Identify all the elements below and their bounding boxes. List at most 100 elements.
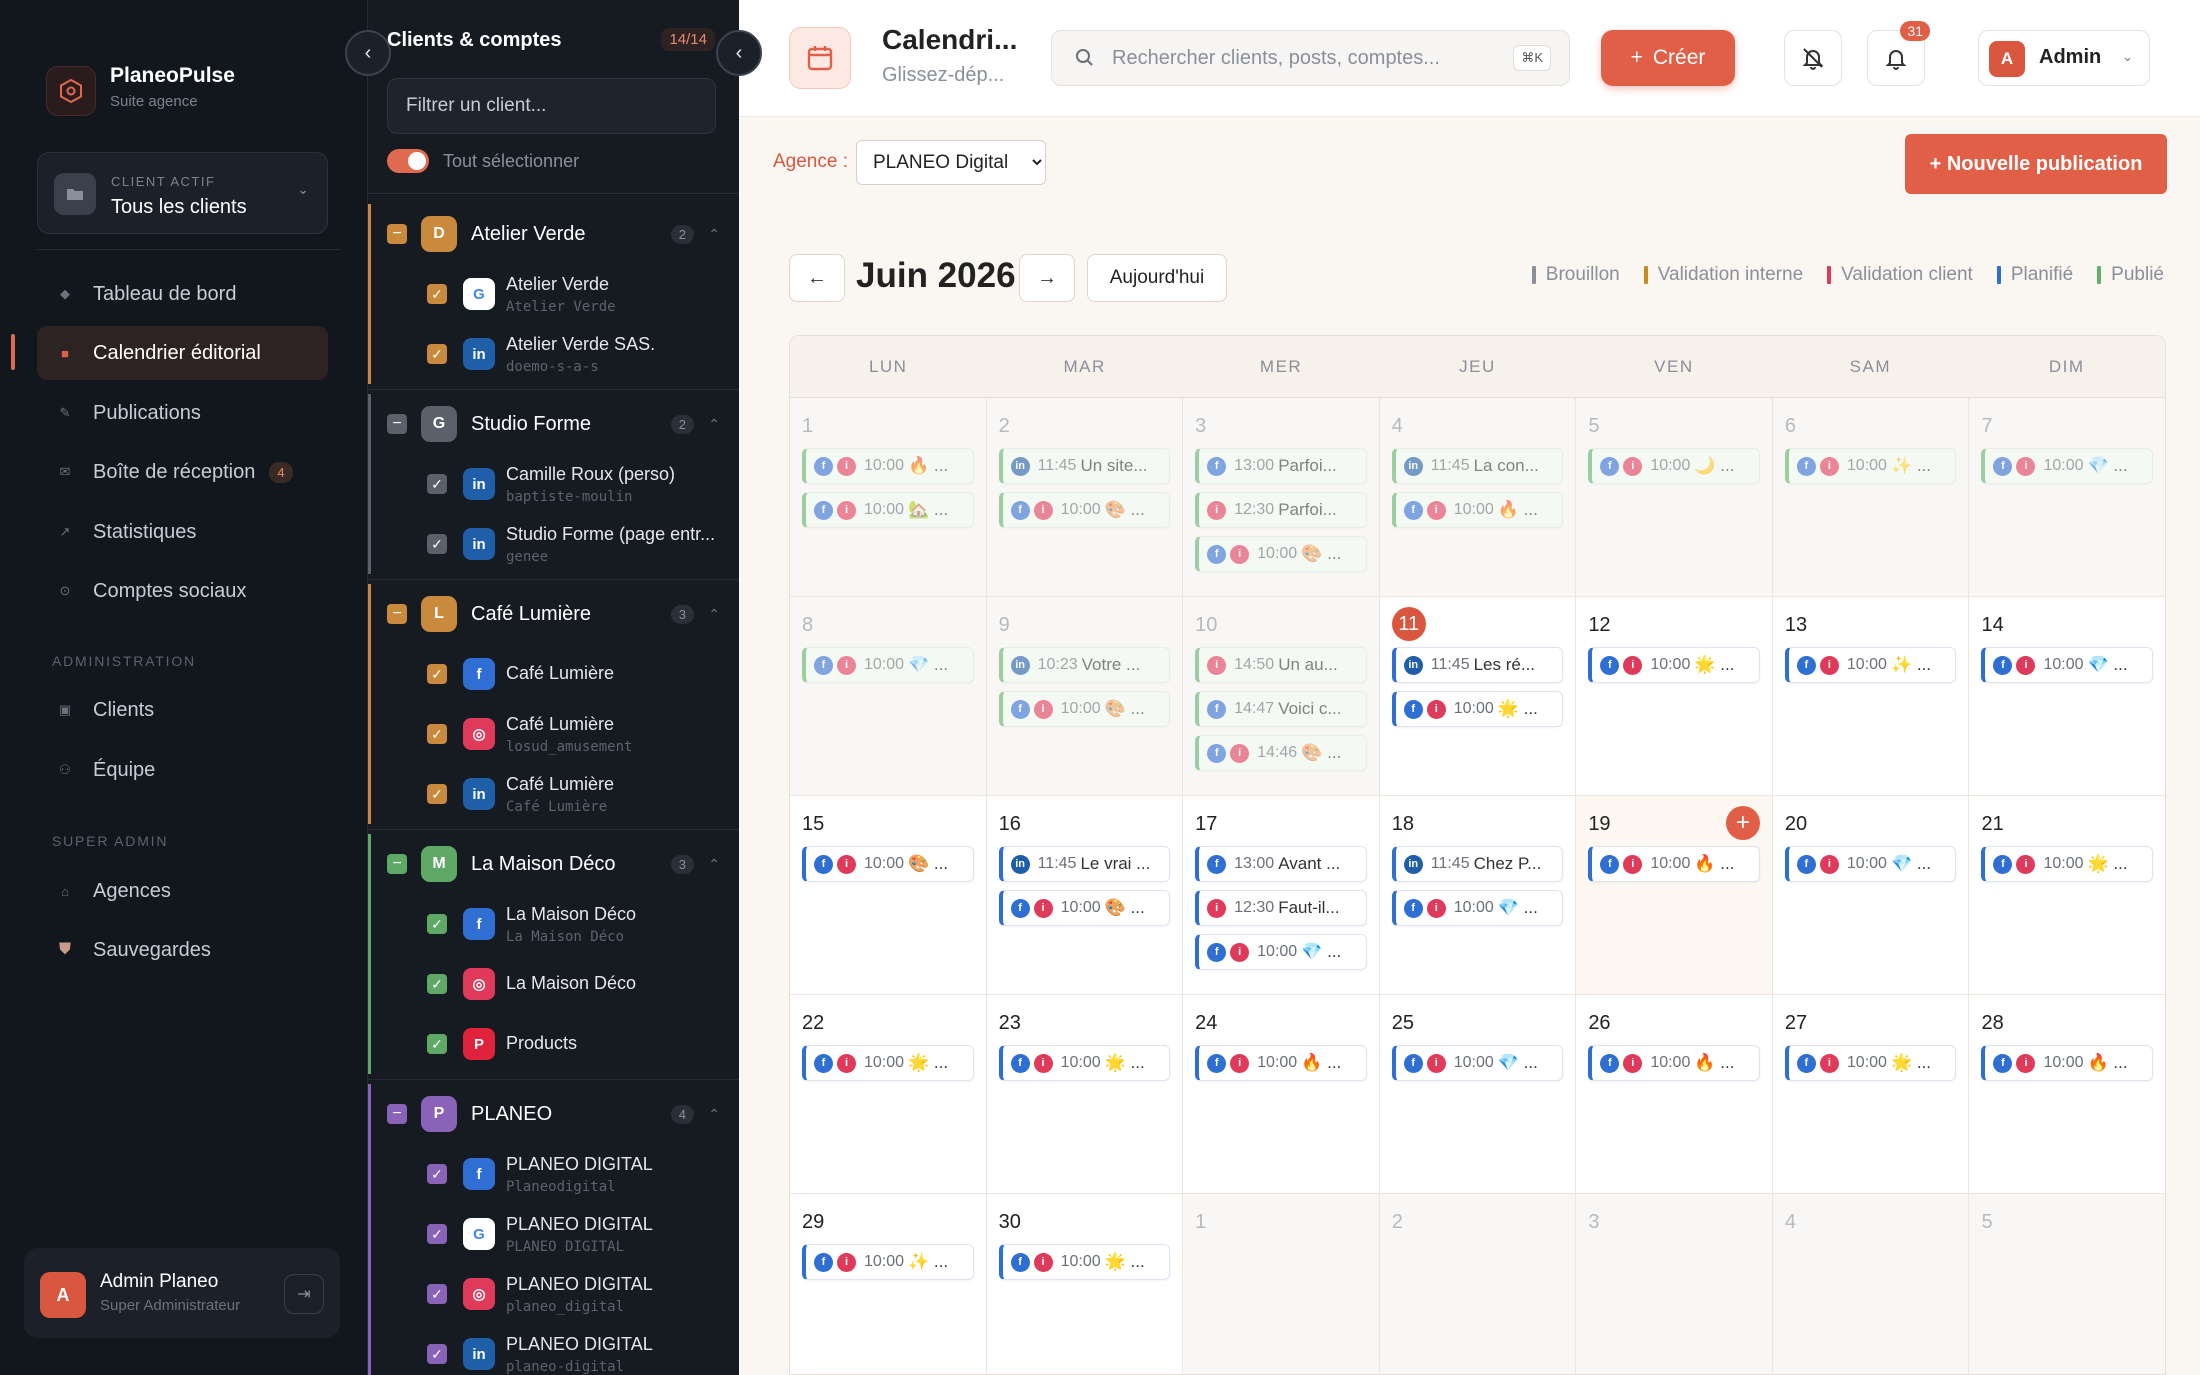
post-event[interactable]: f i 10:00 💎 ... — [1391, 1045, 1564, 1081]
nav-item-backups[interactable]: ⛊ Sauvegardes — [37, 923, 328, 977]
post-event[interactable]: i 12:30 Faut-il... — [1195, 890, 1367, 926]
calendar-day[interactable]: 6 f i 10:00 ✨ ... — [1772, 398, 1970, 596]
account-checkbox[interactable]: ✓ — [427, 1284, 447, 1304]
calendar-day[interactable]: 3 f 13:00 Parfoi... i 12:30 Parfoi... f i 10:00 🎨 … — [1183, 398, 1380, 596]
post-event[interactable]: i 14:50 Un au... — [1195, 647, 1367, 683]
account-checkbox[interactable]: ✓ — [427, 664, 447, 684]
calendar-day[interactable]: 5 f i 10:00 🌙 ... — [1576, 398, 1773, 596]
post-event[interactable]: i 12:30 Parfoi... — [1195, 492, 1367, 528]
calendar-day[interactable]: 10 i 14:50 Un au... f 14:47 Voici c... f i 14:46 🎨… — [1183, 597, 1380, 795]
post-event[interactable]: f i 10:00 🎨 ... — [998, 492, 1171, 528]
account-checkbox[interactable]: ✓ — [427, 344, 447, 364]
account-item[interactable]: ✓ in PLANEO DIGITAL planeo-digital — [371, 1324, 739, 1375]
post-event[interactable]: in 11:45 Chez P... — [1391, 846, 1564, 882]
nav-item-publications[interactable]: ✎ Publications — [37, 386, 328, 440]
post-event[interactable]: f i 10:00 🌟 ... — [1588, 647, 1760, 683]
client-group-header[interactable]: − M La Maison Déco 3 ⌃ — [371, 834, 739, 894]
calendar-day[interactable]: 22 f i 10:00 🌟 ... — [790, 995, 987, 1193]
post-event[interactable]: f i 10:00 🌟 ... — [1981, 846, 2154, 882]
create-button[interactable]: + Créer — [1601, 30, 1735, 86]
account-checkbox[interactable]: ✓ — [427, 1034, 447, 1054]
calendar-day[interactable]: 12 f i 10:00 🌟 ... — [1576, 597, 1773, 795]
account-checkbox[interactable]: ✓ — [427, 474, 447, 494]
post-event[interactable]: f i 10:00 ✨ ... — [1784, 448, 1957, 484]
post-event[interactable]: f i 10:00 🌟 ... — [998, 1045, 1171, 1081]
account-item[interactable]: ✓ in Atelier Verde SAS. doemo-s-a-s — [371, 324, 739, 384]
account-item[interactable]: ✓ f PLANEO DIGITAL Planeodigital — [371, 1144, 739, 1204]
chevron-up-icon[interactable]: ⌃ — [708, 856, 720, 873]
client-group-header[interactable]: − L Café Lumière 3 ⌃ — [371, 584, 739, 644]
calendar-day[interactable]: 28 f i 10:00 🔥 ... — [1969, 995, 2165, 1193]
account-checkbox[interactable]: ✓ — [427, 534, 447, 554]
post-event[interactable]: f i 10:00 🔥 ... — [1195, 1045, 1367, 1081]
collapse-sidebar-button[interactable]: ‹ — [345, 30, 391, 76]
post-event[interactable]: f i 10:00 💎 ... — [1784, 846, 1957, 882]
nav-item-team[interactable]: ⚇ Équipe — [37, 743, 328, 797]
post-event[interactable]: f i 10:00 💎 ... — [1195, 934, 1367, 970]
account-checkbox[interactable]: ✓ — [427, 284, 447, 304]
nav-item-calendar[interactable]: ■ Calendrier éditorial — [37, 326, 328, 380]
account-item[interactable]: ✓ ◎ La Maison Déco — [371, 954, 739, 1014]
nav-item-stats[interactable]: ↗ Statistiques — [37, 505, 328, 559]
calendar-day[interactable]: 17 f 13:00 Avant ... i 12:30 Faut-il... f i 10:00… — [1183, 796, 1380, 994]
account-checkbox[interactable]: ✓ — [427, 1164, 447, 1184]
account-item[interactable]: ✓ P Products — [371, 1014, 739, 1074]
account-item[interactable]: ✓ G Atelier Verde Atelier Verde — [371, 264, 739, 324]
calendar-day[interactable]: 27 f i 10:00 🌟 ... — [1772, 995, 1970, 1193]
account-checkbox[interactable]: ✓ — [427, 914, 447, 934]
nav-item-dashboard[interactable]: ◆ Tableau de bord — [37, 267, 328, 321]
calendar-day[interactable]: 16 in 11:45 Le vrai ... f i 10:00 🎨 ... — [986, 796, 1184, 994]
account-menu[interactable]: A Admin ⌄ — [1978, 30, 2150, 86]
post-event[interactable]: f i 10:00 🎨 ... — [998, 890, 1171, 926]
account-item[interactable]: ✓ f Café Lumière — [371, 644, 739, 704]
next-month-button[interactable]: → — [1019, 254, 1075, 302]
chevron-up-icon[interactable]: ⌃ — [708, 416, 720, 433]
calendar-day[interactable]: 24 f i 10:00 🔥 ... — [1183, 995, 1380, 1193]
post-event[interactable]: f i 10:00 ✨ ... — [802, 1244, 974, 1280]
account-item[interactable]: ✓ f La Maison Déco La Maison Déco — [371, 894, 739, 954]
calendar-day[interactable]: 9 in 10:23 Votre ... f i 10:00 🎨 ... — [986, 597, 1184, 795]
post-event[interactable]: f i 10:00 🏡 ... — [802, 492, 974, 528]
calendar-day[interactable]: 4 — [1772, 1194, 1970, 1374]
post-event[interactable]: f i 10:00 🌟 ... — [998, 1244, 1171, 1280]
post-event[interactable]: f 14:47 Voici c... — [1195, 691, 1367, 727]
active-client-selector[interactable]: CLIENT ACTIF Tous les clients ⌄ — [37, 152, 328, 234]
account-item[interactable]: ✓ ◎ Café Lumière losud_amusement — [371, 704, 739, 764]
calendar-day[interactable]: 21 f i 10:00 🌟 ... — [1969, 796, 2165, 994]
post-event[interactable]: f i 14:46 🎨 ... — [1195, 735, 1367, 771]
chevron-up-icon[interactable]: ⌃ — [708, 1106, 720, 1123]
calendar-day[interactable]: 11 in 11:45 Les ré... f i 10:00 🌟 ... — [1379, 597, 1577, 795]
calendar-day[interactable]: 30 f i 10:00 🌟 ... — [986, 1194, 1184, 1374]
account-item[interactable]: ✓ in Camille Roux (perso) baptiste-mouli… — [371, 454, 739, 514]
account-item[interactable]: ✓ ◎ PLANEO DIGITAL planeo_digital — [371, 1264, 739, 1324]
post-event[interactable]: f i 10:00 💎 ... — [1981, 448, 2154, 484]
account-checkbox[interactable]: ✓ — [427, 784, 447, 804]
agency-select[interactable]: PLANEO Digital — [856, 140, 1046, 185]
collapse-clients-button[interactable]: ‹ — [716, 30, 762, 76]
calendar-day[interactable]: 4 in 11:45 La con... f i 10:00 🔥 ... — [1379, 398, 1577, 596]
account-checkbox[interactable]: ✓ — [427, 724, 447, 744]
post-event[interactable]: f i 10:00 ✨ ... — [1784, 647, 1957, 683]
post-event[interactable]: in 11:45 La con... — [1391, 448, 1564, 484]
calendar-day[interactable]: 2 — [1379, 1194, 1577, 1374]
calendar-day[interactable]: 1 — [1183, 1194, 1380, 1374]
calendar-day[interactable]: 8 f i 10:00 💎 ... — [790, 597, 987, 795]
group-checkbox[interactable]: − — [387, 604, 407, 624]
account-checkbox[interactable]: ✓ — [427, 974, 447, 994]
account-checkbox[interactable]: ✓ — [427, 1344, 447, 1364]
account-item[interactable]: ✓ in Studio Forme (page entr... genee — [371, 514, 739, 574]
add-post-button[interactable]: + — [1725, 806, 1760, 840]
post-event[interactable]: in 11:45 Les ré... — [1391, 647, 1564, 683]
calendar-day[interactable]: 3 — [1576, 1194, 1773, 1374]
client-filter-input[interactable] — [387, 78, 716, 134]
chevron-up-icon[interactable]: ⌃ — [708, 226, 720, 243]
group-checkbox[interactable]: − — [387, 1104, 407, 1124]
calendar-day[interactable]: 14 f i 10:00 💎 ... — [1969, 597, 2165, 795]
calendar-day[interactable]: 1 f i 10:00 🔥 ... f i 10:00 🏡 ... — [790, 398, 987, 596]
calendar-day[interactable]: 18 in 11:45 Chez P... f i 10:00 💎 ... — [1379, 796, 1577, 994]
calendar-day[interactable]: 29 f i 10:00 ✨ ... — [790, 1194, 987, 1374]
nav-item-inbox[interactable]: ✉ Boîte de réception 4 — [37, 445, 328, 499]
calendar-day[interactable]: 19 + f i 10:00 🔥 ... — [1576, 796, 1773, 994]
calendar-day[interactable]: 20 f i 10:00 💎 ... — [1772, 796, 1970, 994]
today-button[interactable]: Aujourd'hui — [1087, 254, 1227, 302]
